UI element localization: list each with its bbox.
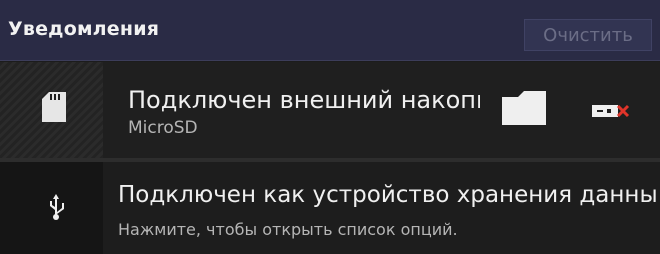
notification-title: Подключен внешний накопит: [128, 86, 480, 114]
folder-icon[interactable]: [502, 91, 546, 125]
usb-icon: [50, 194, 64, 220]
notification-title: Подключен как устройство хранения данны: [118, 182, 658, 208]
notification-subtitle: MicroSD: [128, 118, 198, 138]
clear-button[interactable]: Очистить: [524, 19, 652, 51]
notification-sd-card[interactable]: Подключен внешний накопит MicroSD: [0, 62, 660, 158]
eject-icon[interactable]: [592, 103, 630, 119]
notification-subtitle: Нажмите, чтобы открыть список опций.: [118, 220, 458, 239]
notification-header: Уведомления Очистить: [0, 0, 660, 61]
notification-icon-area: [0, 62, 103, 158]
header-title: Уведомления: [8, 18, 160, 40]
sd-card-icon: [42, 92, 66, 122]
notification-usb[interactable]: Подключен как устройство хранения данны …: [0, 162, 660, 254]
notification-icon-area: [0, 162, 103, 254]
